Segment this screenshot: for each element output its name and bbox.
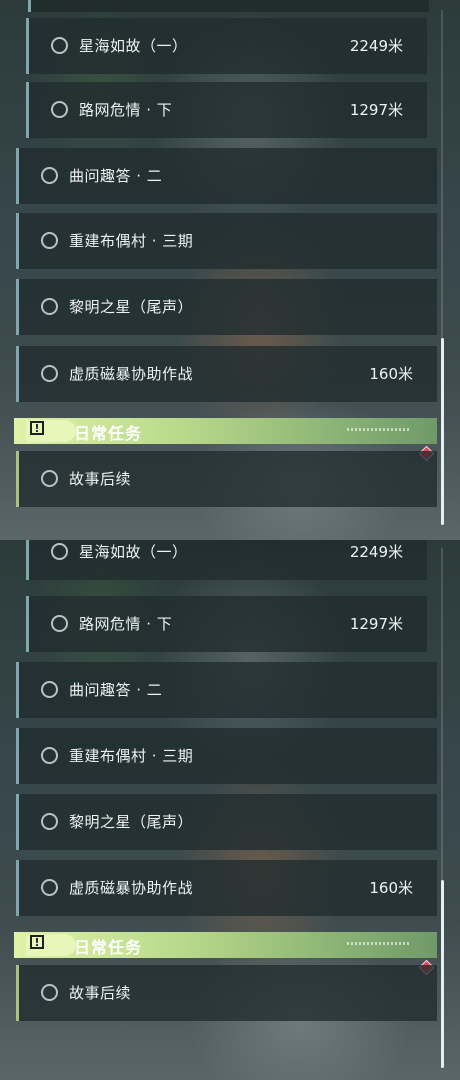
section-title: 日常任务 <box>74 424 143 443</box>
list-item-partial <box>28 0 429 12</box>
quest-distance: 1297米 <box>349 101 403 119</box>
quest-item[interactable]: 星海如故（一） 2249米 <box>26 540 427 580</box>
quest-distance: 1297米 <box>349 615 403 633</box>
quest-item[interactable]: 虚质磁暴协助作战 160米 <box>16 346 437 402</box>
quest-title: 曲问趣答 · 二 <box>69 167 163 185</box>
circle-icon <box>51 37 68 54</box>
quest-distance: 2249米 <box>349 543 403 561</box>
quest-title: 星海如故（一） <box>79 543 188 561</box>
quest-title: 虚质磁暴协助作战 <box>69 365 194 383</box>
quest-title: 曲问趣答 · 二 <box>69 681 163 699</box>
circle-icon <box>51 543 68 560</box>
circle-icon <box>41 813 58 830</box>
circle-icon <box>41 879 58 896</box>
scrollbar-thumb[interactable] <box>441 880 444 1068</box>
quest-title: 黎明之星（尾声） <box>69 813 194 831</box>
quest-title: 黎明之星（尾声） <box>69 298 194 316</box>
quest-title: 星海如故（一） <box>79 37 188 55</box>
quest-item[interactable]: 路网危情 · 下 1297米 <box>26 596 427 652</box>
quest-distance: 160米 <box>369 365 413 383</box>
quest-title: 路网危情 · 下 <box>79 101 173 119</box>
circle-icon <box>51 615 68 632</box>
quest-title: 故事后续 <box>69 984 132 1002</box>
daily-section-header[interactable]: ! 日常任务 <box>14 932 437 958</box>
quest-item[interactable]: 重建布偶村 · 三期 <box>16 728 437 784</box>
quest-item[interactable]: 故事后续 <box>16 451 437 507</box>
section-title: 日常任务 <box>74 938 143 957</box>
circle-icon <box>41 232 58 249</box>
quest-title: 路网危情 · 下 <box>79 615 173 633</box>
circle-icon <box>41 470 58 487</box>
quest-item[interactable]: 重建布偶村 · 三期 <box>16 213 437 269</box>
circle-icon <box>41 167 58 184</box>
circle-icon <box>51 101 68 118</box>
quest-title: 重建布偶村 · 三期 <box>69 232 194 250</box>
quest-item[interactable]: 黎明之星（尾声） <box>16 279 437 335</box>
exclamation-icon: ! <box>30 421 44 435</box>
quest-title: 故事后续 <box>69 470 132 488</box>
quest-item[interactable]: 曲问趣答 · 二 <box>16 662 437 718</box>
circle-icon <box>41 298 58 315</box>
quest-item[interactable]: 黎明之星（尾声） <box>16 794 437 850</box>
quest-item[interactable]: 故事后续 <box>16 965 437 1021</box>
quest-item[interactable]: 曲问趣答 · 二 <box>16 148 437 204</box>
quest-item[interactable]: 星海如故（一） 2249米 <box>26 18 427 74</box>
circle-icon <box>41 681 58 698</box>
circle-icon <box>41 365 58 382</box>
circle-icon <box>41 984 58 1001</box>
exclamation-icon: ! <box>30 935 44 949</box>
quest-title: 重建布偶村 · 三期 <box>69 747 194 765</box>
quest-item[interactable]: 路网危情 · 下 1297米 <box>26 82 427 138</box>
scrollbar-thumb[interactable] <box>441 338 444 525</box>
quest-distance: 160米 <box>369 879 413 897</box>
circle-icon <box>41 747 58 764</box>
quest-distance: 2249米 <box>349 37 403 55</box>
daily-section-header[interactable]: ! 日常任务 <box>14 418 437 444</box>
decorative-stripes <box>347 428 411 431</box>
quest-list-panel: 星海如故（一） 2249米 路网危情 · 下 1297米 曲问趣答 · 二 重建… <box>0 540 460 1080</box>
quest-list-panel: 星海如故（一） 2249米 路网危情 · 下 1297米 曲问趣答 · 二 重建… <box>0 0 460 540</box>
decorative-stripes <box>347 942 411 945</box>
quest-title: 虚质磁暴协助作战 <box>69 879 194 897</box>
quest-item[interactable]: 虚质磁暴协助作战 160米 <box>16 860 437 916</box>
